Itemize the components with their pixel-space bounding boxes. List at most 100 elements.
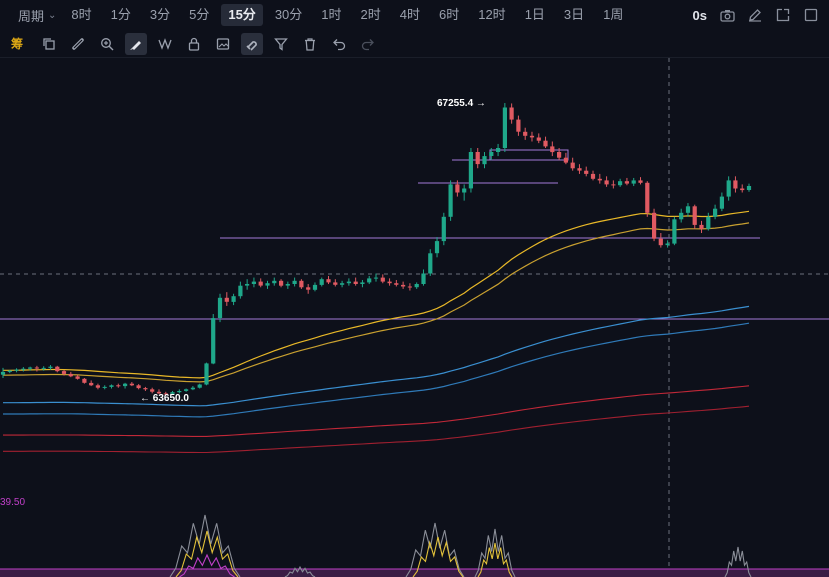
- lock-icon[interactable]: [183, 33, 205, 55]
- candle-body: [740, 188, 745, 191]
- candle-body: [462, 188, 467, 193]
- tf-1d[interactable]: 1日: [518, 4, 552, 26]
- candle-body: [502, 107, 507, 148]
- high-price-label: 67255.4 →: [437, 98, 486, 109]
- tf-3m[interactable]: 3分: [143, 4, 177, 26]
- candle-body: [136, 385, 141, 389]
- candle-body: [448, 184, 453, 217]
- candle-body: [455, 184, 460, 193]
- candle-body: [618, 181, 623, 186]
- candle-body: [326, 279, 331, 283]
- candle-body: [346, 281, 351, 284]
- candle-body: [224, 297, 229, 302]
- candle-body: [543, 140, 548, 147]
- expand-icon[interactable]: [775, 7, 791, 23]
- candle-body: [299, 280, 304, 288]
- candle-body: [89, 382, 94, 386]
- countdown-value[interactable]: 0s: [693, 8, 707, 23]
- candle-body: [394, 283, 399, 285]
- candle-body: [75, 376, 80, 379]
- zoom-in-icon[interactable]: [96, 33, 118, 55]
- candle-body: [387, 281, 392, 284]
- candle-body: [292, 280, 297, 284]
- period-dropdown[interactable]: 周期 ⌄: [0, 4, 64, 26]
- candle-body: [380, 277, 385, 282]
- tf-6h[interactable]: 6时: [432, 4, 466, 26]
- candle-body: [102, 386, 107, 388]
- candle-body: [82, 378, 87, 383]
- image-icon[interactable]: [212, 33, 234, 55]
- tf-1h[interactable]: 1时: [314, 4, 348, 26]
- candle-body: [34, 367, 39, 369]
- tf-4h[interactable]: 4时: [393, 4, 427, 26]
- candle-body: [638, 180, 643, 183]
- ruler-icon[interactable]: [67, 33, 89, 55]
- magnet-icon[interactable]: [241, 32, 263, 55]
- candle-body: [116, 385, 121, 387]
- right-tools: 0s: [693, 0, 819, 30]
- filter-icon[interactable]: [270, 33, 292, 55]
- timeframe-bar: 周期 ⌄ 8时 1分 3分 5分 15分 30分 1时 2时 4时 6时 12时…: [0, 0, 829, 30]
- candle-body: [604, 180, 609, 185]
- candle-body: [475, 152, 480, 165]
- tf-8h[interactable]: 8时: [64, 4, 98, 26]
- copy-icon[interactable]: [38, 33, 60, 55]
- candle-body: [28, 367, 33, 369]
- ma-line-yellow-2: [2, 222, 750, 383]
- camera-icon[interactable]: [719, 7, 735, 23]
- indicator-value-label: 39.50: [0, 497, 25, 508]
- candle-body: [265, 283, 270, 286]
- candle-body: [373, 277, 379, 279]
- candle-body: [645, 182, 650, 213]
- candle-body: [14, 369, 19, 371]
- tf-12h[interactable]: 12时: [471, 4, 512, 26]
- brush-icon[interactable]: [125, 32, 147, 55]
- candle-body: [68, 373, 73, 377]
- measure-icon[interactable]: [154, 33, 176, 55]
- candle-body: [428, 253, 433, 274]
- candle-body: [563, 157, 568, 163]
- trash-icon[interactable]: [299, 33, 321, 55]
- candle-body: [272, 280, 277, 284]
- candle-body: [631, 180, 636, 184]
- tf-30m[interactable]: 30分: [268, 4, 309, 26]
- candle-body: [367, 278, 372, 283]
- candle-body: [95, 385, 100, 388]
- tf-1w[interactable]: 1周: [596, 4, 630, 26]
- candle-body: [217, 297, 223, 318]
- tf-15m[interactable]: 15分: [221, 4, 263, 26]
- tf-2h[interactable]: 2时: [354, 4, 388, 26]
- ema-line-red-1: [3, 385, 750, 437]
- candle-body: [699, 224, 704, 229]
- redo-icon[interactable]: [357, 33, 379, 55]
- candle-body: [597, 178, 602, 181]
- pencil-icon[interactable]: [747, 7, 763, 23]
- tf-1m[interactable]: 1分: [104, 4, 138, 26]
- candle-body: [150, 389, 155, 392]
- ema-line-blue-1: [3, 305, 750, 407]
- oscillator-gray-1: [169, 514, 241, 577]
- candle-body: [340, 283, 345, 285]
- candle-body: [652, 212, 657, 239]
- candle-body: [746, 186, 752, 190]
- candle-body: [407, 286, 412, 288]
- candle-body: [109, 385, 114, 387]
- candle-body: [590, 173, 596, 179]
- tf-3d[interactable]: 3日: [557, 4, 591, 26]
- undo-icon[interactable]: [328, 33, 350, 55]
- candle-body: [557, 152, 562, 158]
- square-icon[interactable]: [803, 7, 819, 23]
- candle-body: [353, 281, 358, 284]
- candle-body: [190, 387, 195, 390]
- candle-body: [550, 146, 555, 153]
- ema-line-red-2: [3, 405, 750, 454]
- candle-body: [306, 287, 311, 290]
- tf-5m[interactable]: 5分: [182, 4, 216, 26]
- ema-line-blue-2: [3, 322, 750, 418]
- candle-body: [7, 370, 12, 372]
- chip-distribution-button[interactable]: 筹: [6, 33, 28, 55]
- candle-body: [421, 273, 426, 284]
- candle-body: [184, 389, 189, 391]
- price-chart[interactable]: 67255.4 → ← 63650.0 39.50: [0, 58, 829, 577]
- candle-body: [672, 219, 677, 244]
